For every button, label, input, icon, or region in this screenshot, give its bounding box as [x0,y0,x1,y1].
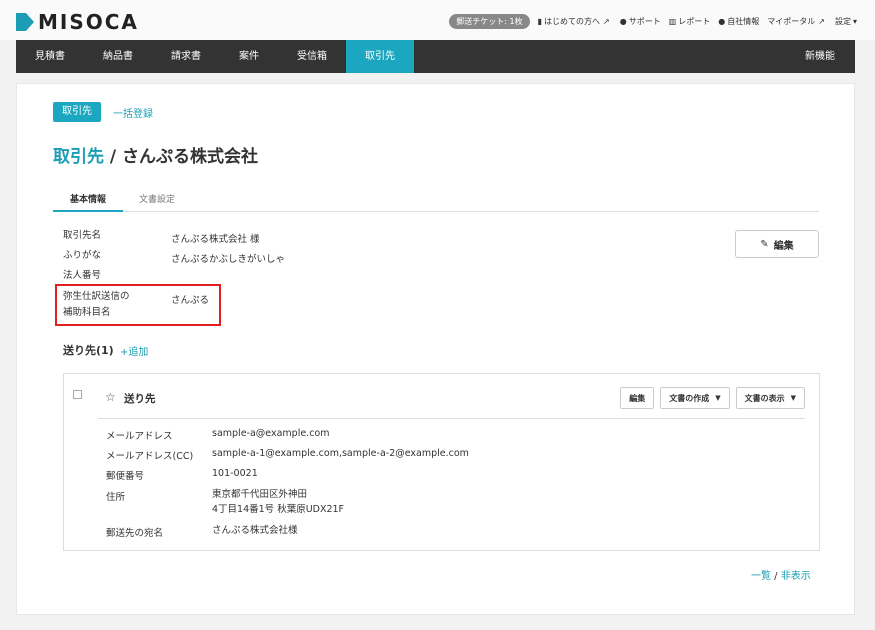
caret-down-icon: ▾ [852,17,857,26]
tab-document-settings[interactable]: 文書設定 [139,192,175,205]
dest-label-email-cc: メールアドレス(CC) [106,451,194,462]
hide-link[interactable]: 非表示 [781,571,811,582]
edit-client-button[interactable]: ✎ 編集 [735,230,819,258]
question-icon: ● [619,17,627,26]
client-detail-card: 取引先 一括登録 取引先 / さんぷる株式会社 基本情報 文書設定 取引先名 さ… [16,83,855,615]
logo-mark-icon [16,13,34,31]
header-link-company[interactable]: ● 自社情報 [718,16,759,27]
caret-down-icon: ▼ [715,394,721,402]
user-icon: ● [718,17,726,26]
nav-item-quotes[interactable]: 見積書 [16,40,84,73]
dest-value-address-line1: 東京都千代田区外神田 [212,489,308,500]
view-documents-dropdown[interactable]: 文書の表示 ▼ [735,387,805,409]
field-label-client-name: 取引先名 [63,230,102,241]
destination-title: 送り先 [124,393,156,405]
footer-links: 一覧 / 非表示 [751,571,811,582]
dest-label-addressee: 郵送先の宛名 [106,528,164,539]
pencil-icon: ✎ [760,238,769,250]
field-label-furigana: ふりがな [63,250,102,261]
dest-value-addressee: さんぷる株式会社様 [212,525,298,536]
edit-destination-button[interactable]: 編集 [620,387,655,409]
nav-item-projects[interactable]: 案件 [220,40,278,73]
field-value-client-name: さんぷる株式会社 様 [171,234,260,245]
external-link-icon: ↗ [818,17,825,26]
mail-ticket-badge[interactable]: 郵送チケット: 1枚 [449,14,530,29]
misoca-logo[interactable]: MISOCA [16,10,139,34]
dest-label-email: メールアドレス [106,431,173,442]
nav-item-new-features[interactable]: 新機能 [786,40,855,73]
star-icon[interactable]: ☆ [105,390,116,404]
page-title: 取引先 / さんぷる株式会社 [53,147,259,167]
tab-bar: 基本情報 文書設定 [53,184,819,212]
book-icon: ▮ [537,17,543,26]
nav-item-clients[interactable]: 取引先 [346,40,414,73]
header-links: 郵送チケット: 1枚 ▮ はじめての方へ ↗ ● サポート ▥ レポート ● 自社情報 マ… [441,14,859,29]
create-document-dropdown[interactable]: 文書の作成 ▼ [660,387,730,409]
destination-actions: 編集 文書の作成 ▼ 文書の表示 ▼ [614,387,805,409]
highlight-box [55,284,221,326]
list-link[interactable]: 一覧 [751,571,771,582]
nav-item-delivery[interactable]: 納品書 [84,40,152,73]
dest-value-address-line2: 4丁目14番1号 秋葉原UDX21F [212,504,345,515]
chart-icon: ▥ [668,17,677,26]
dest-value-postal-code: 101-0021 [212,468,258,479]
page-title-clients-link[interactable]: 取引先 [53,147,104,167]
add-destination-link[interactable]: +追加 [120,343,148,358]
nav-item-inbox[interactable]: 受信箱 [278,40,346,73]
divider [98,418,805,419]
logo-text: MISOCA [38,10,139,34]
client-name: さんぷる株式会社 [122,147,259,167]
dest-label-postal-code: 郵便番号 [106,471,145,482]
dest-value-email-cc: sample-a-1@example.com,sample-a-2@exampl… [212,448,469,459]
tab-basic-info[interactable]: 基本情報 [53,192,123,212]
caret-down-icon: ▼ [790,394,796,402]
header-link-guide[interactable]: ▮ はじめての方へ ↗ [538,16,612,27]
field-value-furigana: さんぷるかぶしきがいしゃ [171,254,286,265]
header-link-settings[interactable]: 設定 ▾ [835,16,859,27]
header-link-portal[interactable]: マイポータル ↗ [767,16,827,27]
breadcrumb-clients[interactable]: 取引先 [53,102,101,122]
destination-card: ☆ 送り先 編集 文書の作成 ▼ 文書の表示 ▼ メールアドレス sample-a@… [63,373,820,551]
main-nav: 見積書 納品書 請求書 案件 受信箱 取引先 新機能 [16,40,855,73]
dest-label-address: 住所 [106,492,126,503]
external-link-icon: ↗ [603,17,610,26]
destinations-heading: 送り先(1) [63,344,114,357]
header-link-report[interactable]: ▥ レポート [669,16,711,27]
bulk-register-link[interactable]: 一括登録 [113,105,153,120]
header-link-support[interactable]: ● サポート [620,16,661,27]
nav-item-invoices[interactable]: 請求書 [152,40,220,73]
top-header: MISOCA 郵送チケット: 1枚 ▮ はじめての方へ ↗ ● サポート ▥ レポート … [0,0,875,40]
dest-value-email: sample-a@example.com [212,428,330,439]
destination-checkbox[interactable] [73,390,82,399]
field-label-corporate-number: 法人番号 [63,270,102,281]
